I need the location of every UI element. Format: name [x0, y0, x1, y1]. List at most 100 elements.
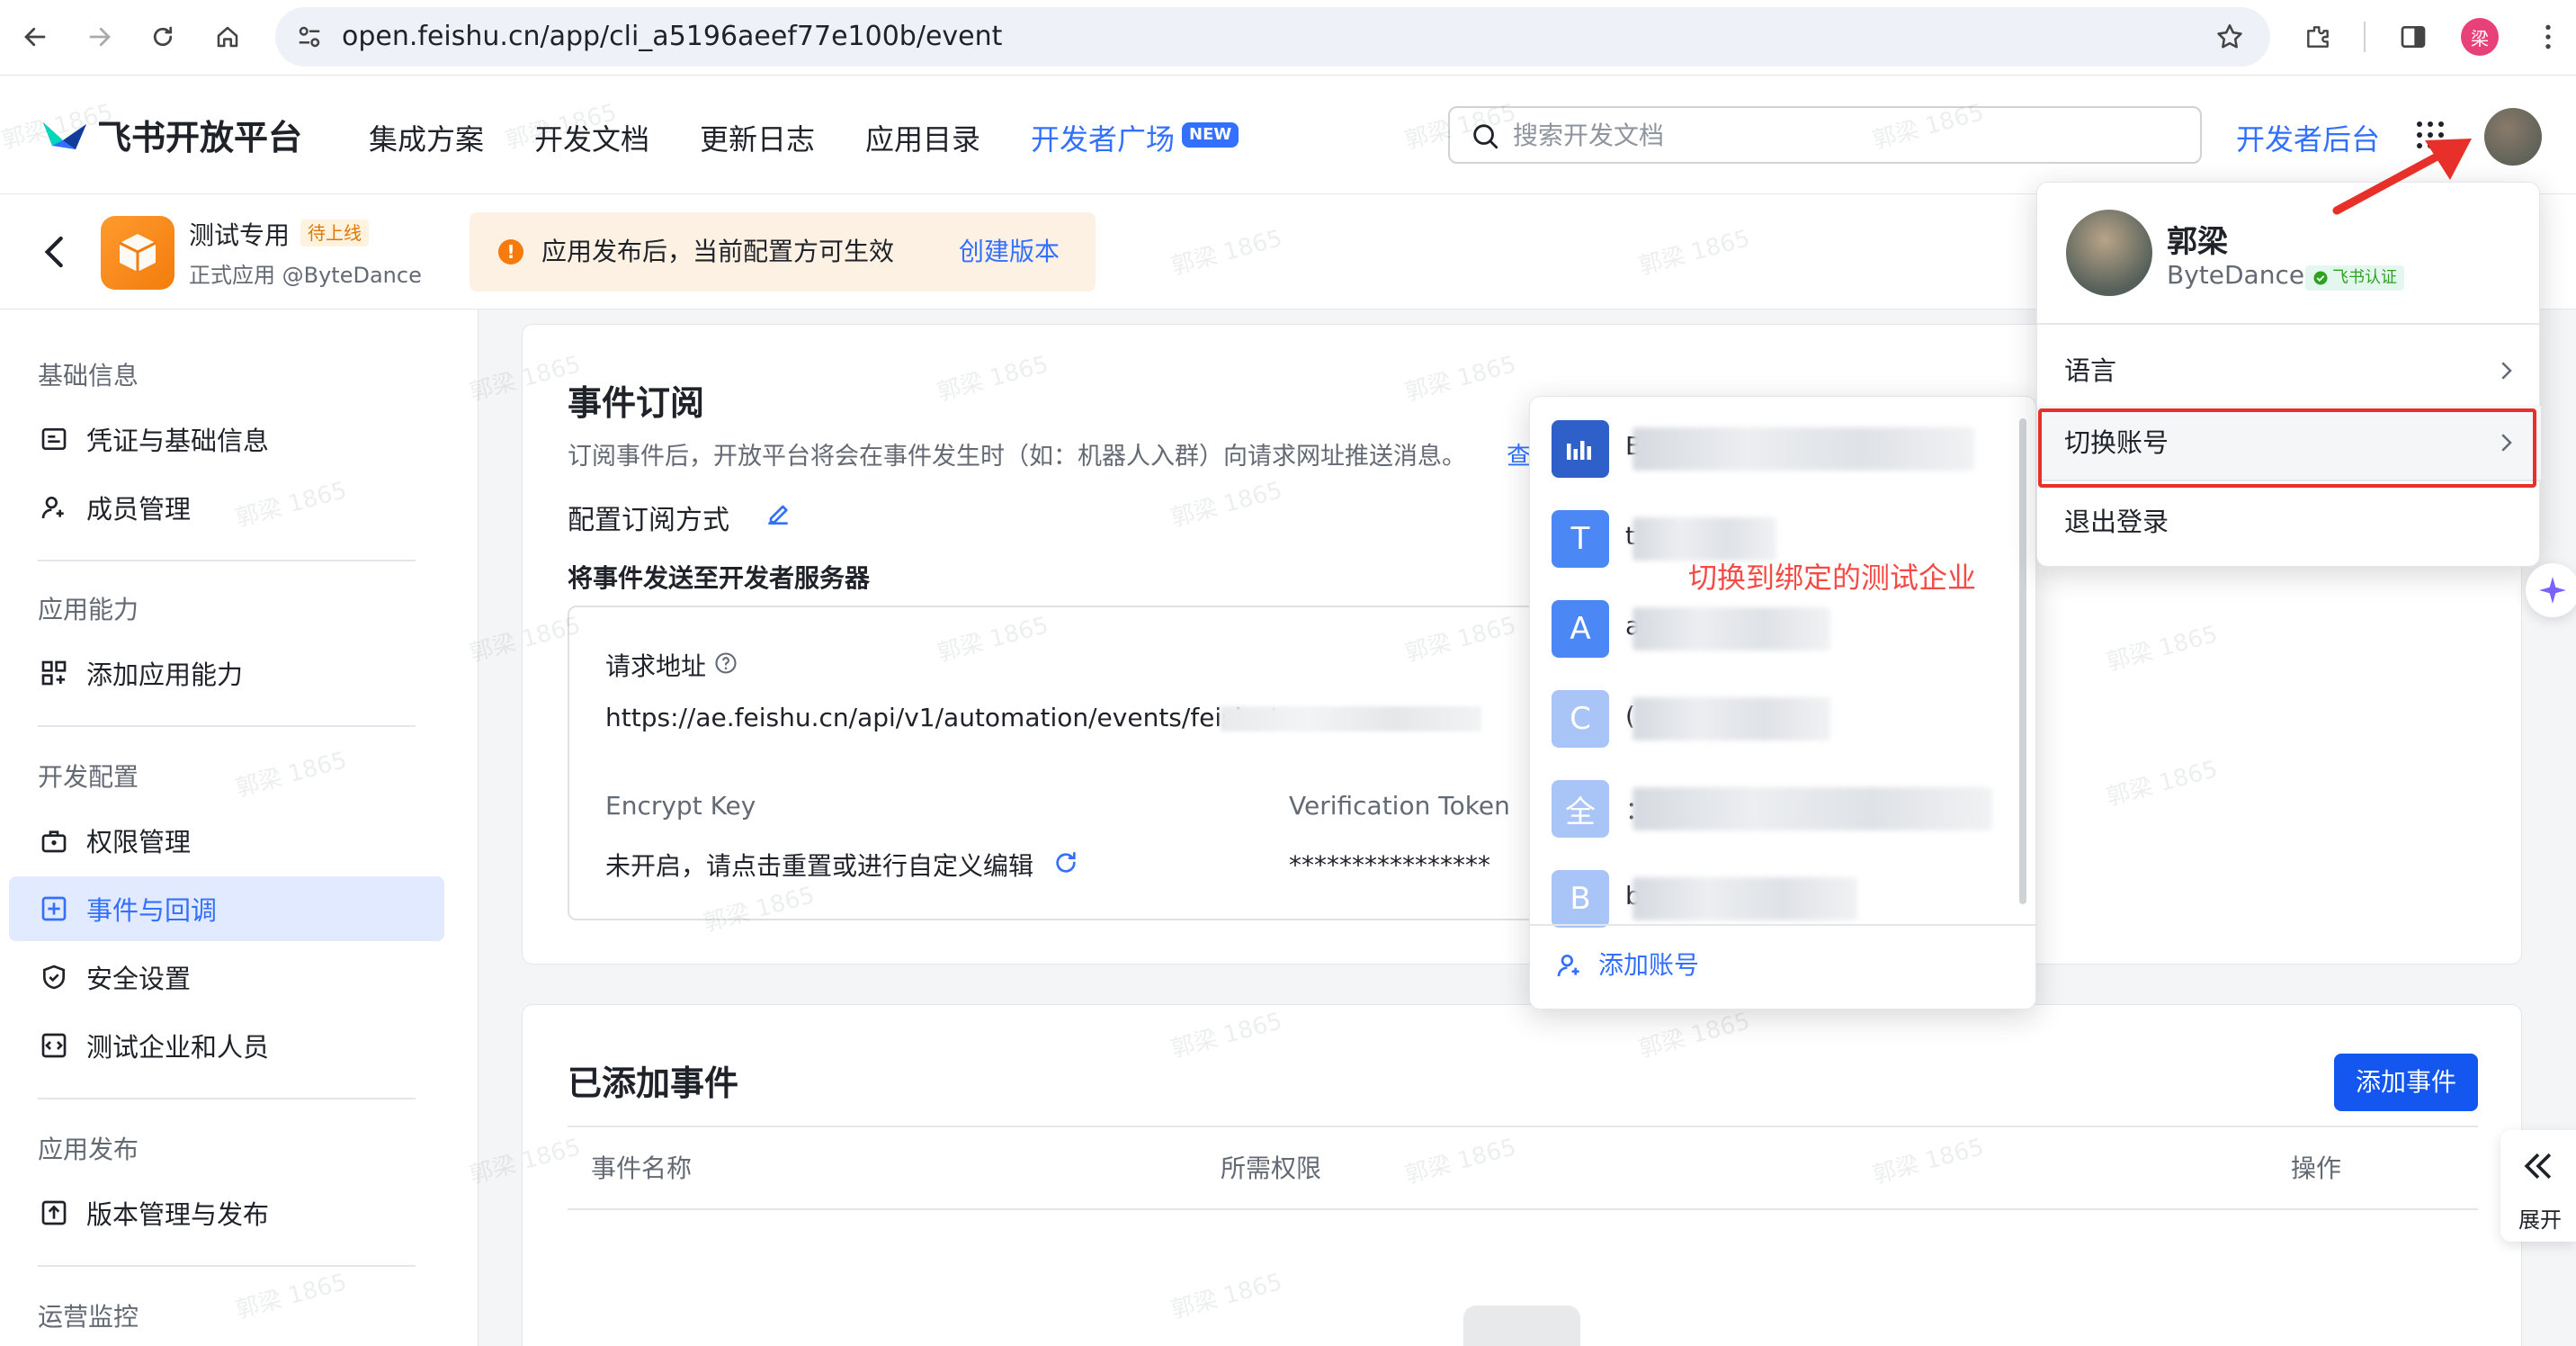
help-circle-icon[interactable] — [713, 651, 738, 676]
code-icon — [38, 1029, 70, 1062]
home-icon[interactable] — [207, 16, 248, 58]
sidebar-item-permissions[interactable]: 权限管理 — [9, 808, 444, 873]
verification-token-value: **************** — [1289, 850, 1490, 880]
added-events-title: 已添加事件 — [568, 1063, 739, 1103]
sidebar: 基础信息 凭证与基础信息 成员管理 应用能力 添加应用能力 开发配置 权限管理 … — [0, 310, 479, 1346]
search-placeholder: 搜索开发文档 — [1513, 121, 1665, 150]
sidebar-item-label: 权限管理 — [86, 827, 192, 857]
ai-assistant-button[interactable] — [2526, 563, 2576, 617]
app-name: 测试专用 — [189, 220, 291, 250]
credential-icon — [38, 423, 70, 455]
request-url-label: 请求地址 — [605, 651, 707, 681]
account-item[interactable]: B b — [1552, 854, 2001, 944]
notice-text: 应用发布后，当前配置方可生效 — [541, 237, 895, 266]
menu-docs[interactable]: 开发文档 — [534, 117, 649, 158]
search-input[interactable]: 搜索开发文档 — [1448, 106, 2202, 164]
account-item[interactable]: A a — [1552, 584, 2001, 674]
sidebar-item-label: 版本管理与发布 — [86, 1199, 270, 1230]
edit-icon[interactable] — [764, 499, 792, 528]
sidebar-item-credentials[interactable]: 凭证与基础信息 — [9, 407, 444, 471]
account-item[interactable]: C ( — [1552, 674, 2001, 764]
sidebar-section-dev-config: 开发配置 — [38, 762, 139, 792]
bookmark-star-icon[interactable] — [2214, 22, 2245, 52]
sidebar-divider — [38, 1265, 416, 1267]
account-item[interactable]: 全 ： — [1552, 764, 2001, 854]
toolbar-divider — [2364, 22, 2366, 52]
sidebar-section-capability: 应用能力 — [38, 595, 139, 624]
redacted-account-name — [1632, 787, 1992, 830]
top-navigation: 飞书开放平台 集成方案 开发文档 更新日志 应用目录 开发者广场 NEW 搜索开… — [0, 76, 2576, 194]
feishu-logo-icon[interactable] — [40, 110, 90, 157]
expand-label: 展开 — [2518, 1207, 2562, 1233]
redacted-account-name — [1632, 427, 1974, 471]
account-avatar: C — [1552, 690, 1609, 748]
event-icon — [38, 893, 70, 925]
account-item[interactable]: B — [1552, 404, 2001, 494]
sparkle-icon — [2536, 574, 2569, 606]
search-icon — [1470, 121, 1500, 151]
annotation-text: 切换到绑定的测试企业 — [1688, 561, 1977, 595]
browser-profile-avatar[interactable]: 梁 — [2461, 18, 2499, 56]
sidebar-item-security[interactable]: 安全设置 — [9, 945, 444, 1010]
publish-icon — [38, 1197, 70, 1229]
menu-item-label: 退出登录 — [2064, 507, 2169, 537]
permission-icon — [38, 824, 70, 857]
sidebar-item-label: 事件与回调 — [86, 895, 218, 926]
refresh-icon[interactable] — [1051, 848, 1080, 877]
browser-toolbar: open.feishu.cn/app/cli_a5196aeef77e100b/… — [0, 0, 2576, 76]
annotation-arrow-icon — [2328, 130, 2481, 220]
menu-changelog[interactable]: 更新日志 — [700, 117, 815, 158]
added-events-card: 已添加事件 添加事件 事件名称 所需权限 操作 — [522, 1004, 2522, 1346]
side-panel-icon[interactable] — [2393, 16, 2434, 58]
column-header-permissions: 所需权限 — [1221, 1153, 1322, 1183]
browser-menu-icon[interactable] — [2527, 16, 2569, 58]
sidebar-item-label: 测试企业和人员 — [86, 1032, 270, 1063]
add-account-button[interactable]: 添加账号 — [1598, 946, 1699, 982]
menu-solutions[interactable]: 集成方案 — [369, 117, 484, 158]
menu-developer-square[interactable]: 开发者广场 — [1031, 117, 1175, 158]
reload-icon[interactable] — [142, 16, 183, 58]
sidebar-item-members[interactable]: 成员管理 — [9, 475, 444, 540]
popup-scrollbar[interactable] — [2019, 418, 2026, 904]
brand-name[interactable]: 飞书开放平台 — [97, 110, 302, 159]
account-avatar: B — [1552, 870, 1609, 928]
column-header-actions: 操作 — [2291, 1153, 2342, 1183]
redacted-account-name — [1632, 607, 1830, 651]
user-menu-divider — [2037, 323, 2541, 325]
warning-icon: ! — [498, 239, 523, 265]
menu-item-logout[interactable]: 退出登录 — [2037, 485, 2541, 559]
expand-panel-button[interactable]: 展开 — [2500, 1130, 2576, 1242]
add-user-icon — [1555, 951, 1584, 980]
sidebar-section-publish: 应用发布 — [38, 1135, 139, 1164]
config-method-label: 配置订阅方式 — [568, 505, 729, 536]
sidebar-item-add-capability[interactable]: 添加应用能力 — [9, 641, 444, 705]
verified-label: 飞书认证 — [2332, 268, 2397, 287]
menu-item-language[interactable]: 语言 — [2037, 334, 2541, 408]
address-bar[interactable]: open.feishu.cn/app/cli_a5196aeef77e100b/… — [275, 7, 2270, 67]
sidebar-item-test-enterprise[interactable]: 测试企业和人员 — [9, 1013, 444, 1078]
forward-arrow-icon[interactable] — [79, 16, 121, 58]
encrypt-key-value: 未开启，请点击重置或进行自定义编辑 — [605, 851, 1034, 881]
site-settings-icon[interactable] — [295, 23, 324, 50]
menu-app-directory[interactable]: 应用目录 — [865, 117, 980, 158]
verification-token-label: Verification Token — [1289, 791, 1510, 821]
empty-state-illustration — [1463, 1306, 1580, 1346]
publish-notice: ! 应用发布后，当前配置方可生效 创建版本 — [470, 212, 1096, 292]
annotation-highlight-box — [2038, 408, 2536, 488]
back-chevron-icon[interactable] — [40, 234, 70, 270]
member-icon — [38, 491, 70, 524]
extensions-icon[interactable] — [2297, 16, 2339, 58]
description-link[interactable]: 查 — [1507, 436, 1531, 471]
create-version-link[interactable]: 创建版本 — [959, 212, 1060, 292]
sidebar-item-label: 成员管理 — [86, 494, 192, 525]
sidebar-item-version-publish[interactable]: 版本管理与发布 — [9, 1180, 444, 1245]
add-event-button[interactable]: 添加事件 — [2334, 1054, 2478, 1111]
section-description: 订阅事件后，开放平台将会在事件发生时（如：机器人入群）向请求网址推送消息。 — [568, 443, 1466, 471]
user-avatar[interactable] — [2484, 108, 2542, 166]
add-capability-icon — [38, 657, 70, 689]
back-arrow-icon[interactable] — [14, 16, 56, 58]
redacted-account-name — [1632, 877, 1857, 920]
request-url-value: https://ae.feishu.cn/api/v1/automation/e… — [605, 703, 1275, 732]
sidebar-item-events[interactable]: 事件与回调 — [9, 876, 444, 941]
sidebar-item-label: 添加应用能力 — [86, 660, 244, 690]
